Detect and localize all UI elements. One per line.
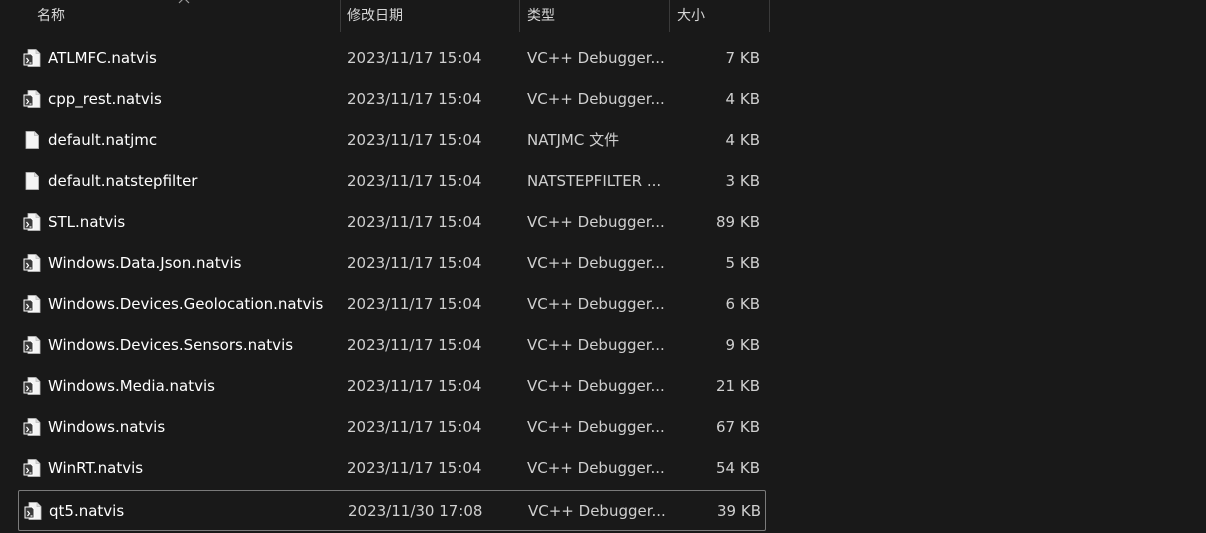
file-type: VC++ Debugger...	[527, 90, 665, 108]
file-row[interactable]: STL.natvis 2023/11/17 15:04 VC++ Debugger.…	[18, 202, 766, 243]
file-name: Windows.Devices.Geolocation.natvis	[48, 295, 324, 313]
file-name: Windows.natvis	[48, 418, 166, 436]
blank-file-icon	[22, 171, 42, 191]
natvis-file-icon	[22, 417, 42, 437]
file-size: 5 KB	[725, 254, 760, 272]
file-row[interactable]: ATLMFC.natvis 2023/11/17 15:04 VC++ Debugg…	[18, 38, 766, 79]
file-row[interactable]: default.natstepfilter 2023/11/17 15:04 NAT…	[18, 161, 766, 202]
column-header-size[interactable]: 大小	[670, 0, 769, 32]
file-date: 2023/11/17 15:04	[347, 90, 482, 108]
file-type: VC++ Debugger...	[527, 459, 665, 477]
file-size: 54 KB	[716, 459, 760, 477]
file-type: VC++ Debugger...	[527, 295, 665, 313]
file-date: 2023/11/17 15:04	[347, 254, 482, 272]
file-date: 2023/11/17 15:04	[347, 336, 482, 354]
file-type: VC++ Debugger...	[527, 336, 665, 354]
natvis-file-icon	[22, 253, 42, 273]
file-size: 67 KB	[716, 418, 760, 436]
file-date: 2023/11/17 15:04	[347, 49, 482, 67]
file-list: ATLMFC.natvis 2023/11/17 15:04 VC++ Debugg…	[18, 38, 766, 531]
file-row[interactable]: Windows.Devices.Sensors.natvis 2023/11/17…	[18, 325, 766, 366]
file-name: qt5.natvis	[49, 502, 125, 520]
file-row[interactable]: default.natjmc 2023/11/17 15:04 NATJMC 文件 4…	[18, 120, 766, 161]
file-size: 89 KB	[716, 213, 760, 231]
file-date: 2023/11/17 15:04	[347, 459, 482, 477]
column-header-size-label: 大小	[677, 8, 705, 24]
file-size: 6 KB	[725, 295, 760, 313]
file-date: 2023/11/17 15:04	[347, 377, 482, 395]
file-name: cpp_rest.natvis	[48, 90, 162, 108]
natvis-file-icon	[22, 48, 42, 68]
column-header-type-label: 类型	[527, 8, 555, 24]
column-header-name-label: 名称	[37, 8, 65, 24]
natvis-file-icon	[22, 458, 42, 478]
file-type: VC++ Debugger...	[527, 377, 665, 395]
natvis-file-icon	[22, 294, 42, 314]
file-name: STL.natvis	[48, 213, 126, 231]
file-size: 3 KB	[725, 172, 760, 190]
file-type: VC++ Debugger...	[527, 49, 665, 67]
file-size: 7 KB	[725, 49, 760, 67]
file-size: 21 KB	[716, 377, 760, 395]
natvis-file-icon	[22, 376, 42, 396]
file-size: 9 KB	[725, 336, 760, 354]
file-type: VC++ Debugger...	[527, 213, 665, 231]
natvis-file-icon	[22, 212, 42, 232]
column-header-bar: 名称 修改日期 类型 大小	[0, 0, 1206, 32]
file-row[interactable]: Windows.Devices.Geolocation.natvis 2023/1…	[18, 284, 766, 325]
column-header-date-label: 修改日期	[347, 8, 403, 24]
column-header-type[interactable]: 类型	[520, 0, 669, 32]
file-name: WinRT.natvis	[48, 459, 144, 477]
file-date: 2023/11/17 15:04	[347, 418, 482, 436]
column-divider[interactable]	[769, 0, 770, 32]
file-name: Windows.Data.Json.natvis	[48, 254, 242, 272]
file-type: NATJMC 文件	[527, 131, 620, 149]
natvis-file-icon	[22, 89, 42, 109]
column-header-date[interactable]: 修改日期	[341, 0, 519, 32]
natvis-file-icon	[22, 335, 42, 355]
file-date: 2023/11/17 15:04	[347, 295, 482, 313]
file-date: 2023/11/17 15:04	[347, 131, 482, 149]
file-date: 2023/11/17 15:04	[347, 213, 482, 231]
file-type: VC++ Debugger...	[528, 502, 666, 520]
file-row[interactable]: Windows.Data.Json.natvis 2023/11/17 15:04…	[18, 243, 766, 284]
file-name: default.natjmc	[48, 131, 158, 149]
file-size: 4 KB	[725, 90, 760, 108]
blank-file-icon	[22, 130, 42, 150]
sort-ascending-icon	[178, 0, 190, 4]
file-size: 39 KB	[717, 502, 761, 520]
file-date: 2023/11/17 15:04	[347, 172, 482, 190]
file-name: ATLMFC.natvis	[48, 49, 157, 67]
file-name: Windows.Media.natvis	[48, 377, 215, 395]
file-name: Windows.Devices.Sensors.natvis	[48, 336, 294, 354]
file-size: 4 KB	[725, 131, 760, 149]
file-row[interactable]: Windows.natvis 2023/11/17 15:04 VC++ Debug…	[18, 407, 766, 448]
column-header-name[interactable]: 名称	[0, 0, 340, 32]
file-name: default.natstepfilter	[48, 172, 198, 190]
file-type: VC++ Debugger...	[527, 254, 665, 272]
natvis-file-icon	[23, 501, 43, 521]
file-date: 2023/11/30 17:08	[348, 502, 483, 520]
file-row[interactable]: qt5.natvis 2023/11/30 17:08 VC++ Debugger.…	[18, 490, 766, 531]
file-row[interactable]: WinRT.natvis 2023/11/17 15:04 VC++ Debugge…	[18, 448, 766, 489]
file-row[interactable]: cpp_rest.natvis 2023/11/17 15:04 VC++ Debu…	[18, 79, 766, 120]
file-type: VC++ Debugger...	[527, 418, 665, 436]
file-type: NATSTEPFILTER ...	[527, 172, 662, 190]
file-row[interactable]: Windows.Media.natvis 2023/11/17 15:04 VC++…	[18, 366, 766, 407]
